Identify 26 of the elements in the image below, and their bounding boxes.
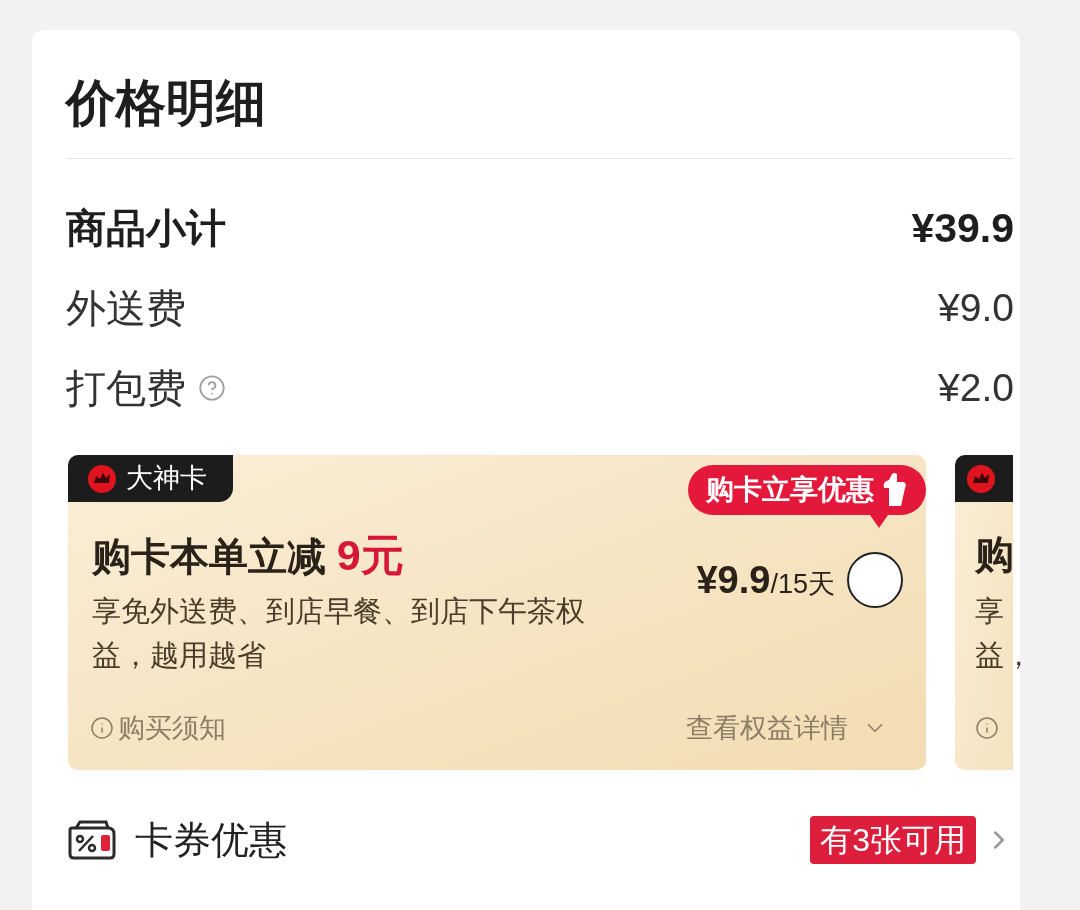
coupons-label: 卡券优惠 — [135, 817, 287, 863]
card-tag-text: 大神卡 — [126, 462, 207, 496]
info-icon — [90, 716, 114, 740]
price-label: 商品小计 — [66, 205, 226, 252]
crown-emblem-icon — [88, 464, 116, 493]
info-icon — [975, 716, 999, 740]
price-value: ¥39.9 — [911, 204, 1014, 252]
card-description: 享 — [975, 594, 1004, 629]
crown-emblem-icon — [967, 464, 995, 493]
select-radio[interactable] — [847, 552, 903, 608]
coupon-ticket-icon — [68, 820, 118, 860]
price-label: 打包费 — [66, 365, 186, 412]
benefit-details-link[interactable]: 查看权益详情 — [686, 707, 888, 749]
panel-title: 价格明细 — [66, 78, 266, 128]
price-value: ¥9.0 — [938, 285, 1014, 331]
coupon-count-badge: 有3张可用 — [810, 816, 976, 864]
price-value: ¥2.0 — [938, 365, 1014, 411]
card-price: ¥9.9/15天 — [696, 557, 835, 603]
purchase-notice-link[interactable]: 购买须知 — [90, 707, 226, 749]
promo-bubble-text: 购卡立享优惠 — [706, 473, 874, 507]
card-description: 享免外送费、到店早餐、到店下午茶权益，越用越省 — [92, 594, 586, 673]
price-label: 外送费 — [66, 285, 186, 332]
card-title: 购卡本单立减 9元 — [92, 530, 404, 580]
help-icon[interactable] — [198, 374, 226, 402]
card-description: 益， — [975, 638, 1033, 673]
card-title: 购 — [975, 532, 1014, 578]
